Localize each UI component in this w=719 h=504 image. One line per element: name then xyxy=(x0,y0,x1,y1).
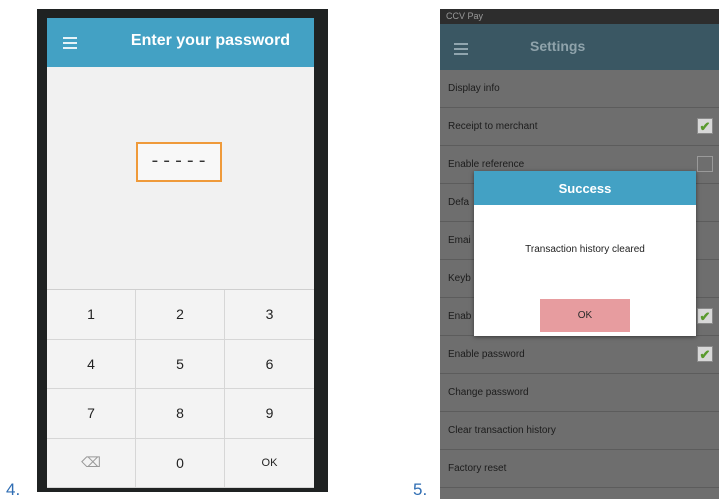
setting-label: Keyb xyxy=(448,273,471,284)
figure-label-5: 5. xyxy=(413,480,428,499)
dialog-ok-button[interactable]: OK xyxy=(540,299,630,332)
checkbox-checked-icon[interactable]: ✔ xyxy=(697,346,713,362)
setting-label: Change password xyxy=(448,387,529,398)
key-8[interactable]: 8 xyxy=(136,389,225,439)
key-2[interactable]: 2 xyxy=(136,290,225,340)
dialog-title: Success xyxy=(474,171,696,205)
password-phone: Enter your password ----- 1 2 3 4 5 6 7 … xyxy=(37,9,328,492)
settings-title: Settings xyxy=(530,38,586,54)
setting-enable-password[interactable]: Enable password ✔ xyxy=(440,336,719,374)
key-4[interactable]: 4 xyxy=(47,339,136,389)
password-body: ----- 1 2 3 4 5 6 7 8 9 ⌫ 0 OK xyxy=(47,67,314,488)
key-1[interactable]: 1 xyxy=(47,290,136,340)
setting-change-password[interactable]: Change password xyxy=(440,374,719,412)
setting-label: Enable reference xyxy=(448,159,525,170)
setting-label: Enab xyxy=(448,311,472,322)
password-input[interactable]: ----- xyxy=(136,142,222,182)
key-0[interactable]: 0 xyxy=(136,438,225,488)
dialog-message: Transaction history cleared xyxy=(525,244,645,255)
checkbox-checked-icon[interactable]: ✔ xyxy=(697,118,713,134)
setting-label: Receipt to merchant xyxy=(448,121,538,132)
keypad: 1 2 3 4 5 6 7 8 9 ⌫ 0 OK xyxy=(47,289,314,488)
status-bar: CCV Pay xyxy=(440,9,719,24)
backspace-icon[interactable]: ⌫ xyxy=(47,438,136,488)
setting-label: Display info xyxy=(448,83,500,94)
key-9[interactable]: 9 xyxy=(225,389,314,439)
password-title: Enter your password xyxy=(130,32,291,49)
figure-label-4: 4. xyxy=(6,480,21,499)
key-5[interactable]: 5 xyxy=(136,339,225,389)
success-dialog: Success Transaction history cleared OK xyxy=(474,171,696,336)
key-7[interactable]: 7 xyxy=(47,389,136,439)
checkbox-unchecked-icon[interactable] xyxy=(697,156,713,172)
key-6[interactable]: 6 xyxy=(225,339,314,389)
setting-display-info[interactable]: Display info xyxy=(440,70,719,108)
setting-label: Clear transaction history xyxy=(448,425,556,436)
setting-receipt-to-merchant[interactable]: Receipt to merchant ✔ xyxy=(440,108,719,146)
settings-header: Settings xyxy=(440,24,719,70)
menu-icon[interactable] xyxy=(63,37,77,52)
setting-label: Defa xyxy=(448,197,470,208)
checkbox-checked-icon[interactable]: ✔ xyxy=(697,308,713,324)
setting-factory-reset[interactable]: Factory reset xyxy=(440,450,719,488)
menu-icon[interactable] xyxy=(454,43,468,58)
password-header: Enter your password xyxy=(47,18,314,67)
setting-label: Emai xyxy=(448,235,471,246)
key-3[interactable]: 3 xyxy=(225,290,314,340)
key-ok[interactable]: OK xyxy=(225,438,314,488)
setting-clear-transaction-history[interactable]: Clear transaction history xyxy=(440,412,719,450)
setting-label: Enable password xyxy=(448,349,525,360)
setting-label: Factory reset xyxy=(448,463,507,474)
